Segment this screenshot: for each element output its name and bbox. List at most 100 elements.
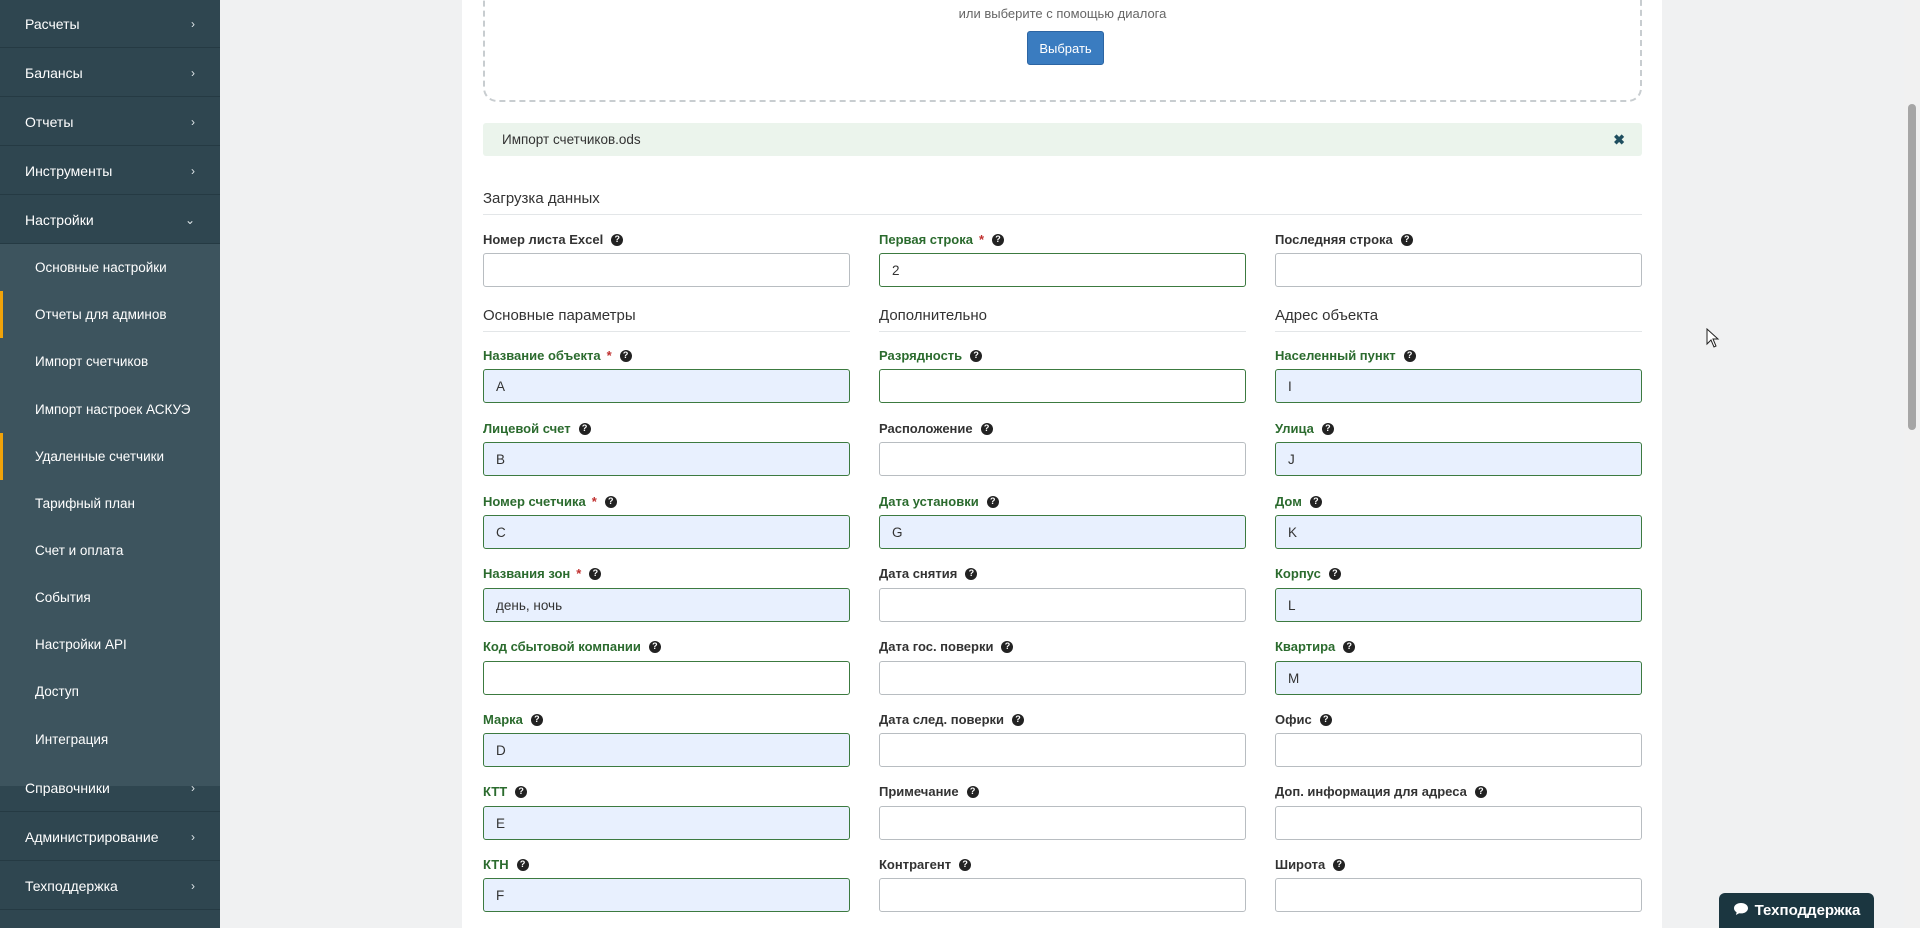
label-next-verify-date: Дата след. поверки? bbox=[879, 712, 1025, 727]
label-text: Дом bbox=[1275, 494, 1302, 509]
sidebar-item-label: Отчеты bbox=[25, 113, 74, 130]
help-icon[interactable]: ? bbox=[604, 495, 617, 508]
help-icon[interactable]: ? bbox=[1309, 495, 1322, 508]
label-meter-number: Номер счетчика *? bbox=[483, 494, 617, 509]
counterparty-input[interactable] bbox=[879, 878, 1246, 912]
submenu-item-integration[interactable]: Интеграция bbox=[0, 716, 220, 763]
submenu-item-label: Основные настройки bbox=[35, 260, 167, 275]
object-name-input[interactable] bbox=[483, 369, 850, 403]
required-mark: * bbox=[576, 566, 582, 581]
submenu-item-main-settings[interactable]: Основные настройки bbox=[0, 244, 220, 291]
help-icon[interactable]: ? bbox=[578, 422, 591, 435]
submenu-item-label: Интеграция bbox=[35, 732, 109, 747]
submenu-item-import-askue[interactable]: Импорт настроек АСКУЭ bbox=[0, 386, 220, 433]
help-icon[interactable]: ? bbox=[611, 233, 624, 246]
ktn-input[interactable] bbox=[483, 878, 850, 912]
note-input[interactable] bbox=[879, 806, 1246, 840]
sidebar-item-support[interactable]: Техподдержка › bbox=[0, 862, 220, 910]
digits-input[interactable] bbox=[879, 369, 1246, 403]
support-chat-button[interactable]: Техподдержка bbox=[1719, 893, 1874, 928]
label-text: Первая строка bbox=[879, 232, 973, 247]
help-icon[interactable]: ? bbox=[986, 495, 999, 508]
office-input[interactable] bbox=[1275, 733, 1642, 767]
help-icon[interactable]: ? bbox=[1321, 422, 1334, 435]
help-icon[interactable]: ? bbox=[515, 785, 528, 798]
help-icon[interactable]: ? bbox=[1403, 349, 1416, 362]
sidebar-item-settings[interactable]: Настройки ⌄ bbox=[0, 196, 220, 244]
chevron-right-icon: › bbox=[191, 780, 195, 795]
submenu-item-events[interactable]: События bbox=[0, 574, 220, 621]
label-ktn: КТН? bbox=[483, 857, 529, 872]
meter-number-input[interactable] bbox=[483, 515, 850, 549]
help-icon[interactable]: ? bbox=[970, 349, 983, 362]
label-text: Контрагент bbox=[879, 857, 952, 872]
help-icon[interactable]: ? bbox=[965, 567, 978, 580]
help-icon[interactable]: ? bbox=[530, 713, 543, 726]
first-row-input[interactable] bbox=[879, 253, 1246, 287]
next-verify-date-input[interactable] bbox=[879, 733, 1246, 767]
help-icon[interactable]: ? bbox=[1400, 233, 1413, 246]
supplier-code-input[interactable] bbox=[483, 661, 850, 695]
submenu-item-deleted-meters[interactable]: Удаленные счетчики bbox=[0, 433, 220, 480]
select-file-button[interactable]: Выбрать bbox=[1027, 31, 1104, 65]
help-icon[interactable]: ? bbox=[1012, 713, 1025, 726]
label-text: Расположение bbox=[879, 421, 973, 436]
location-input[interactable] bbox=[879, 442, 1246, 476]
drop-hint: или выберите с помощью диалога bbox=[958, 6, 1167, 21]
ktt-input[interactable] bbox=[483, 806, 850, 840]
sidebar-item-tools[interactable]: Инструменты › bbox=[0, 147, 220, 195]
help-icon[interactable]: ? bbox=[619, 349, 632, 362]
last-row-input[interactable] bbox=[1275, 253, 1642, 287]
address-info-input[interactable] bbox=[1275, 806, 1642, 840]
submenu-item-admin-reports[interactable]: Отчеты для админов bbox=[0, 291, 220, 338]
zones-input[interactable] bbox=[483, 588, 850, 622]
submenu-item-api-settings[interactable]: Настройки API bbox=[0, 621, 220, 668]
sidebar-item-calculations[interactable]: Расчеты › bbox=[0, 0, 220, 48]
label-text: Офис bbox=[1275, 712, 1312, 727]
help-icon[interactable]: ? bbox=[1328, 567, 1341, 580]
sidebar-item-directories[interactable]: Справочники › bbox=[0, 764, 220, 812]
help-icon[interactable]: ? bbox=[1343, 640, 1356, 653]
help-icon[interactable]: ? bbox=[1333, 858, 1346, 871]
help-icon[interactable]: ? bbox=[648, 640, 661, 653]
submenu-item-billing[interactable]: Счет и оплата bbox=[0, 527, 220, 574]
removal-date-input[interactable] bbox=[879, 588, 1246, 622]
verify-date-input[interactable] bbox=[879, 661, 1246, 695]
help-icon[interactable]: ? bbox=[959, 858, 972, 871]
page-scrollbar[interactable] bbox=[1904, 0, 1920, 928]
section-title-extra: Дополнительно bbox=[879, 307, 1246, 332]
building-input[interactable] bbox=[1275, 588, 1642, 622]
submenu-item-access[interactable]: Доступ bbox=[0, 668, 220, 715]
label-text: Примечание bbox=[879, 784, 959, 799]
brand-input[interactable] bbox=[483, 733, 850, 767]
install-date-input[interactable] bbox=[879, 515, 1246, 549]
sidebar-item-balances[interactable]: Балансы › bbox=[0, 49, 220, 97]
help-icon[interactable]: ? bbox=[1474, 785, 1487, 798]
help-icon[interactable]: ? bbox=[589, 567, 602, 580]
remove-file-icon[interactable]: ✖ bbox=[1613, 131, 1625, 148]
submenu-item-import-meters[interactable]: Импорт счетчиков bbox=[0, 338, 220, 385]
sidebar-item-reports[interactable]: Отчеты › bbox=[0, 98, 220, 146]
locality-input[interactable] bbox=[1275, 369, 1642, 403]
sheet-number-input[interactable] bbox=[483, 253, 850, 287]
file-name: Импорт счетчиков.ods bbox=[502, 132, 641, 147]
submenu-item-label: Отчеты для админов bbox=[35, 307, 167, 322]
apartment-input[interactable] bbox=[1275, 661, 1642, 695]
sidebar-item-administration[interactable]: Администрирование › bbox=[0, 813, 220, 861]
street-input[interactable] bbox=[1275, 442, 1642, 476]
label-note: Примечание? bbox=[879, 784, 979, 799]
account-input[interactable] bbox=[483, 442, 850, 476]
file-drop-zone[interactable]: или выберите с помощью диалога Выбрать bbox=[483, 0, 1642, 102]
house-input[interactable] bbox=[1275, 515, 1642, 549]
support-button-label: Техподдержка bbox=[1754, 902, 1861, 919]
help-icon[interactable]: ? bbox=[980, 422, 993, 435]
submenu-item-tariff-plan[interactable]: Тарифный план bbox=[0, 480, 220, 527]
help-icon[interactable]: ? bbox=[1319, 713, 1332, 726]
latitude-input[interactable] bbox=[1275, 878, 1642, 912]
scrollbar-thumb[interactable] bbox=[1908, 104, 1916, 430]
help-icon[interactable]: ? bbox=[1001, 640, 1014, 653]
submenu-item-label: Удаленные счетчики bbox=[35, 449, 165, 464]
help-icon[interactable]: ? bbox=[516, 858, 529, 871]
help-icon[interactable]: ? bbox=[992, 233, 1005, 246]
help-icon[interactable]: ? bbox=[966, 785, 979, 798]
